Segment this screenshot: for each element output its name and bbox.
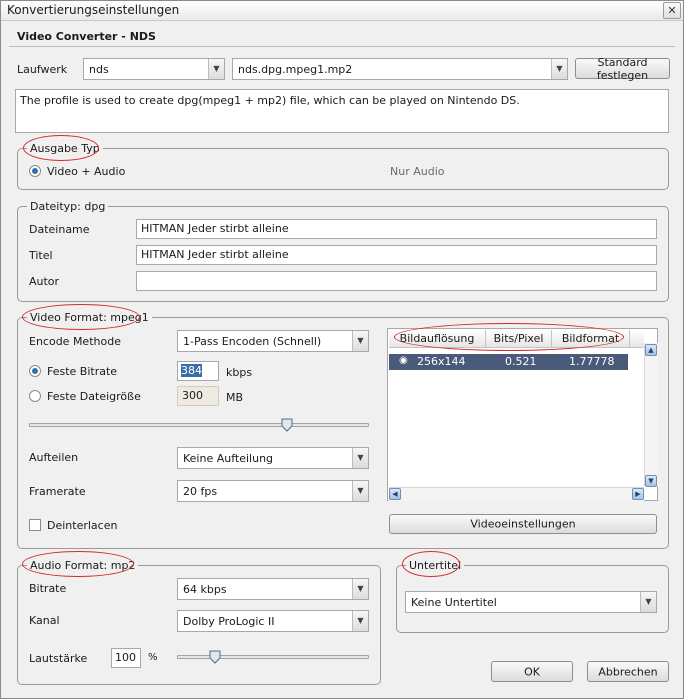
table-row[interactable]: ◉ 256x144 0.521 1.77778: [389, 354, 628, 370]
audio-bitrate-select[interactable]: 64 kbps ▼: [177, 578, 369, 600]
fixed-size-label: Feste Dateigröße: [47, 390, 141, 403]
subtitle-value: Keine Untertitel: [411, 596, 497, 609]
bitrate-unit: kbps: [226, 366, 253, 379]
cancel-button-label: Abbrechen: [598, 665, 658, 678]
title-label: Titel: [29, 249, 53, 262]
fixed-bitrate-label: Feste Bitrate: [47, 365, 118, 378]
split-value: Keine Aufteilung: [183, 452, 274, 465]
set-default-button[interactable]: Standard festlegen: [575, 55, 670, 82]
chevron-down-icon: ▼: [352, 331, 368, 351]
chevron-down-icon: ▼: [640, 592, 656, 612]
set-default-button-label: Standard festlegen: [596, 55, 649, 82]
framerate-label: Framerate: [29, 485, 86, 498]
framerate-value: 20 fps: [183, 485, 218, 498]
framerate-select[interactable]: 20 fps ▼: [177, 480, 369, 502]
encode-method-value: 1-Pass Encoden (Schnell): [183, 335, 322, 348]
row-aspect: 1.77778: [569, 355, 615, 368]
bitrate-value: 384: [181, 364, 202, 377]
encode-method-label: Encode Methode: [29, 335, 121, 348]
title-value: HITMAN Jeder stirbt alleine: [141, 248, 289, 261]
filename-field[interactable]: HITMAN Jeder stirbt alleine: [136, 219, 657, 239]
profile-select-value: nds.dpg.mpeg1.mp2: [238, 63, 353, 76]
scroll-right-icon[interactable]: ▶: [632, 488, 644, 500]
size-input[interactable]: 300: [177, 386, 219, 406]
profile-description-text: The profile is used to create dpg(mpeg1 …: [20, 94, 520, 107]
audio-only-option[interactable]: Nur Audio: [390, 165, 444, 178]
chevron-down-icon: ▼: [352, 611, 368, 631]
highlight-oval: [394, 323, 624, 351]
video-settings-button-label: Videoeinstellungen: [470, 517, 576, 531]
profile-select[interactable]: nds.dpg.mpeg1.mp2 ▼: [232, 58, 568, 80]
cancel-button[interactable]: Abbrechen: [587, 661, 669, 682]
channel-value: Dolby ProLogic II: [183, 615, 275, 628]
audio-bitrate-value: 64 kbps: [183, 583, 227, 596]
split-select[interactable]: Keine Aufteilung ▼: [177, 447, 369, 469]
file-type-legend: Dateityp: dpg: [27, 200, 109, 213]
video-settings-button[interactable]: Videoeinstellungen: [389, 514, 657, 534]
volume-input[interactable]: 100: [111, 648, 141, 668]
author-field[interactable]: [136, 271, 657, 291]
volume-slider-track[interactable]: [177, 655, 369, 659]
scroll-down-icon[interactable]: ▼: [645, 475, 657, 487]
deinterlace-checkbox[interactable]: [29, 519, 41, 531]
subtitle-select[interactable]: Keine Untertitel ▼: [405, 591, 657, 613]
highlight-oval: [22, 551, 134, 577]
scroll-up-icon[interactable]: ▲: [645, 344, 657, 356]
video-audio-radio[interactable]: [29, 165, 41, 177]
selected-row-radio-icon: ◉: [399, 355, 408, 366]
chevron-down-icon: ▼: [352, 579, 368, 599]
filename-value: HITMAN Jeder stirbt alleine: [141, 222, 289, 235]
profile-title: Video Converter - NDS: [17, 30, 156, 43]
audio-bitrate-label: Bitrate: [29, 582, 67, 595]
resolution-list[interactable]: Bildauflösung Bits/Pixel Bildformat ◉ 25…: [387, 328, 658, 501]
profile-description: The profile is used to create dpg(mpeg1 …: [15, 89, 669, 133]
horizontal-scrollbar[interactable]: [389, 487, 644, 501]
device-select[interactable]: nds ▼: [83, 58, 225, 80]
settings-window: Konvertierungseinstellungen ✕ Video Conv…: [0, 0, 684, 699]
author-label: Autor: [29, 275, 60, 288]
highlight-oval: [402, 551, 460, 577]
bitrate-slider-track[interactable]: [29, 423, 369, 427]
close-button[interactable]: ✕: [663, 2, 681, 19]
volume-label: Lautstärke: [29, 652, 88, 665]
volume-value: 100: [115, 651, 136, 664]
vertical-scrollbar[interactable]: [644, 343, 658, 486]
volume-unit: %: [148, 652, 158, 663]
row-resolution: 256x144: [417, 355, 466, 368]
bitrate-slider-thumb[interactable]: [281, 418, 293, 432]
chevron-down-icon: ▼: [551, 59, 567, 79]
close-icon: ✕: [667, 4, 677, 17]
title-field[interactable]: HITMAN Jeder stirbt alleine: [136, 245, 657, 265]
video-audio-label: Video + Audio: [47, 165, 126, 178]
channel-select[interactable]: Dolby ProLogic II ▼: [177, 610, 369, 632]
chevron-down-icon: ▼: [352, 448, 368, 468]
scroll-left-icon[interactable]: ◀: [389, 488, 401, 500]
drive-label: Laufwerk: [17, 63, 68, 76]
chevron-down-icon: ▼: [352, 481, 368, 501]
chevron-down-icon: ▼: [208, 59, 224, 79]
filename-label: Dateiname: [29, 223, 90, 236]
profile-header: Video Converter - NDS: [9, 27, 675, 47]
size-unit: MB: [226, 391, 244, 404]
ok-button-label: OK: [524, 665, 540, 678]
fixed-bitrate-radio[interactable]: [29, 365, 41, 377]
channel-label: Kanal: [29, 614, 60, 627]
bitrate-input[interactable]: 384: [177, 361, 219, 381]
split-label: Aufteilen: [29, 451, 79, 464]
encode-method-select[interactable]: 1-Pass Encoden (Schnell) ▼: [177, 330, 369, 352]
deinterlace-label: Deinterlacen: [47, 519, 118, 532]
volume-slider-thumb[interactable]: [209, 650, 221, 664]
row-bits-per-pixel: 0.521: [505, 355, 537, 368]
device-select-value: nds: [89, 63, 109, 76]
title-bar: Konvertierungseinstellungen ✕: [1, 1, 683, 21]
fixed-size-radio[interactable]: [29, 390, 41, 402]
size-value: 300: [182, 389, 203, 402]
highlight-oval: [23, 135, 99, 161]
window-title: Konvertierungseinstellungen: [7, 3, 180, 17]
ok-button[interactable]: OK: [491, 661, 573, 682]
highlight-oval: [22, 304, 140, 330]
